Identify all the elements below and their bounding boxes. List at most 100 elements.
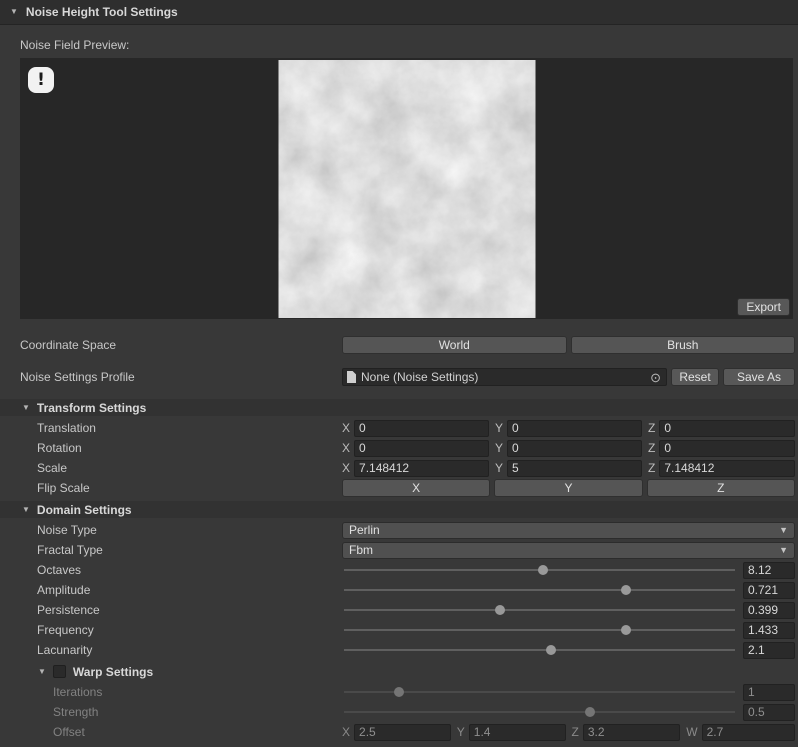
noise-preview-area: ! Export [20, 58, 793, 319]
octaves-value-field[interactable] [743, 562, 795, 579]
axis-w-label: W [686, 725, 697, 739]
rotation-y-field[interactable] [507, 440, 642, 457]
flip-scale-y-button[interactable]: Y [494, 479, 642, 497]
noise-settings-profile-label: Noise Settings Profile [0, 370, 342, 384]
coordinate-space-row: Coordinate Space World Brush [0, 335, 798, 355]
translation-z-field[interactable] [659, 420, 795, 437]
slider-track [344, 711, 735, 713]
frequency-value-field[interactable] [743, 622, 795, 639]
persistence-value-field[interactable] [743, 602, 795, 619]
panel-title: Noise Height Tool Settings [26, 5, 178, 19]
coordinate-space-world-button[interactable]: World [342, 336, 567, 354]
translation-label: Translation [0, 421, 342, 435]
export-button[interactable]: Export [737, 298, 790, 316]
fractal-type-value: Fbm [349, 543, 779, 557]
strength-slider[interactable] [344, 704, 735, 720]
transform-settings-title: Transform Settings [37, 401, 146, 415]
slider-handle[interactable] [546, 645, 556, 655]
axis-y-label: Y [457, 725, 465, 739]
object-field-value: None (Noise Settings) [361, 370, 644, 384]
rotation-x-field[interactable] [354, 440, 489, 457]
slider-handle[interactable] [495, 605, 505, 615]
scale-z-field[interactable] [659, 460, 795, 477]
axis-x-label: X [342, 421, 350, 435]
offset-y-field[interactable] [469, 724, 566, 741]
persistence-slider[interactable] [344, 602, 735, 618]
axis-z-label: Z [572, 725, 579, 739]
noise-type-dropdown[interactable]: Perlin ▼ [342, 522, 795, 539]
scale-y-field[interactable] [507, 460, 642, 477]
domain-settings-title: Domain Settings [37, 503, 132, 517]
lacunarity-row: Lacunarity [0, 640, 798, 660]
iterations-slider[interactable] [344, 684, 735, 700]
octaves-row: Octaves [0, 560, 798, 580]
chevron-down-icon: ▼ [779, 545, 788, 555]
translation-y-field[interactable] [507, 420, 642, 437]
strength-row: Strength [0, 702, 798, 722]
flip-scale-row: Flip Scale X Y Z [0, 478, 798, 498]
persistence-label: Persistence [0, 603, 342, 617]
frequency-label: Frequency [0, 623, 342, 637]
iterations-label: Iterations [0, 685, 342, 699]
translation-x-field[interactable] [354, 420, 489, 437]
noise-type-label: Noise Type [0, 523, 342, 537]
slider-handle[interactable] [585, 707, 595, 717]
noise-texture-preview [278, 60, 535, 318]
lacunarity-value-field[interactable] [743, 642, 795, 659]
octaves-label: Octaves [0, 563, 342, 577]
transform-settings-foldout[interactable]: ▼ Transform Settings [0, 399, 798, 416]
iterations-value-field[interactable] [743, 684, 795, 701]
rotation-row: Rotation X Y Z [0, 438, 798, 458]
offset-row: Offset X Y Z W [0, 722, 798, 742]
axis-y-label: Y [495, 461, 503, 475]
coordinate-space-brush-button[interactable]: Brush [571, 336, 796, 354]
axis-x-label: X [342, 461, 350, 475]
amplitude-slider[interactable] [344, 582, 735, 598]
panel-header[interactable]: ▼ Noise Height Tool Settings [0, 0, 798, 25]
slider-track [344, 589, 735, 591]
warp-settings-foldout[interactable]: ▼ Warp Settings [0, 663, 798, 680]
save-as-button[interactable]: Save As [723, 368, 795, 386]
noise-settings-profile-field[interactable]: None (Noise Settings) ⊙ [342, 368, 667, 386]
slider-handle[interactable] [394, 687, 404, 697]
persistence-row: Persistence [0, 600, 798, 620]
axis-z-label: Z [648, 421, 655, 435]
fractal-type-row: Fractal Type Fbm ▼ [0, 540, 798, 560]
flip-scale-label: Flip Scale [0, 481, 342, 495]
axis-y-label: Y [495, 441, 503, 455]
amplitude-row: Amplitude [0, 580, 798, 600]
flip-scale-z-button[interactable]: Z [647, 479, 795, 497]
coordinate-space-label: Coordinate Space [0, 338, 342, 352]
fractal-type-dropdown[interactable]: Fbm ▼ [342, 542, 795, 559]
domain-settings-foldout[interactable]: ▼ Domain Settings [0, 501, 798, 518]
slider-track [344, 609, 735, 611]
rotation-z-field[interactable] [659, 440, 795, 457]
amplitude-value-field[interactable] [743, 582, 795, 599]
axis-x-label: X [342, 441, 350, 455]
lacunarity-label: Lacunarity [0, 643, 342, 657]
scale-label: Scale [0, 461, 342, 475]
reset-button[interactable]: Reset [671, 368, 719, 386]
scale-row: Scale X Y Z [0, 458, 798, 478]
slider-handle[interactable] [538, 565, 548, 575]
chevron-down-icon: ▼ [779, 525, 788, 535]
slider-handle[interactable] [621, 585, 631, 595]
scale-x-field[interactable] [354, 460, 489, 477]
warp-enabled-checkbox[interactable] [53, 665, 66, 678]
slider-handle[interactable] [621, 625, 631, 635]
strength-value-field[interactable] [743, 704, 795, 721]
noise-settings-profile-row: Noise Settings Profile None (Noise Setti… [0, 367, 798, 387]
offset-x-field[interactable] [354, 724, 451, 741]
flip-scale-x-button[interactable]: X [342, 479, 490, 497]
offset-w-field[interactable] [702, 724, 795, 741]
rotation-label: Rotation [0, 441, 342, 455]
object-picker-icon[interactable]: ⊙ [649, 371, 662, 384]
preview-label: Noise Field Preview: [20, 38, 798, 52]
info-icon: ! [28, 67, 54, 93]
octaves-slider[interactable] [344, 562, 735, 578]
frequency-slider[interactable] [344, 622, 735, 638]
noise-type-value: Perlin [349, 523, 779, 537]
offset-z-field[interactable] [583, 724, 680, 741]
lacunarity-slider[interactable] [344, 642, 735, 658]
frequency-row: Frequency [0, 620, 798, 640]
